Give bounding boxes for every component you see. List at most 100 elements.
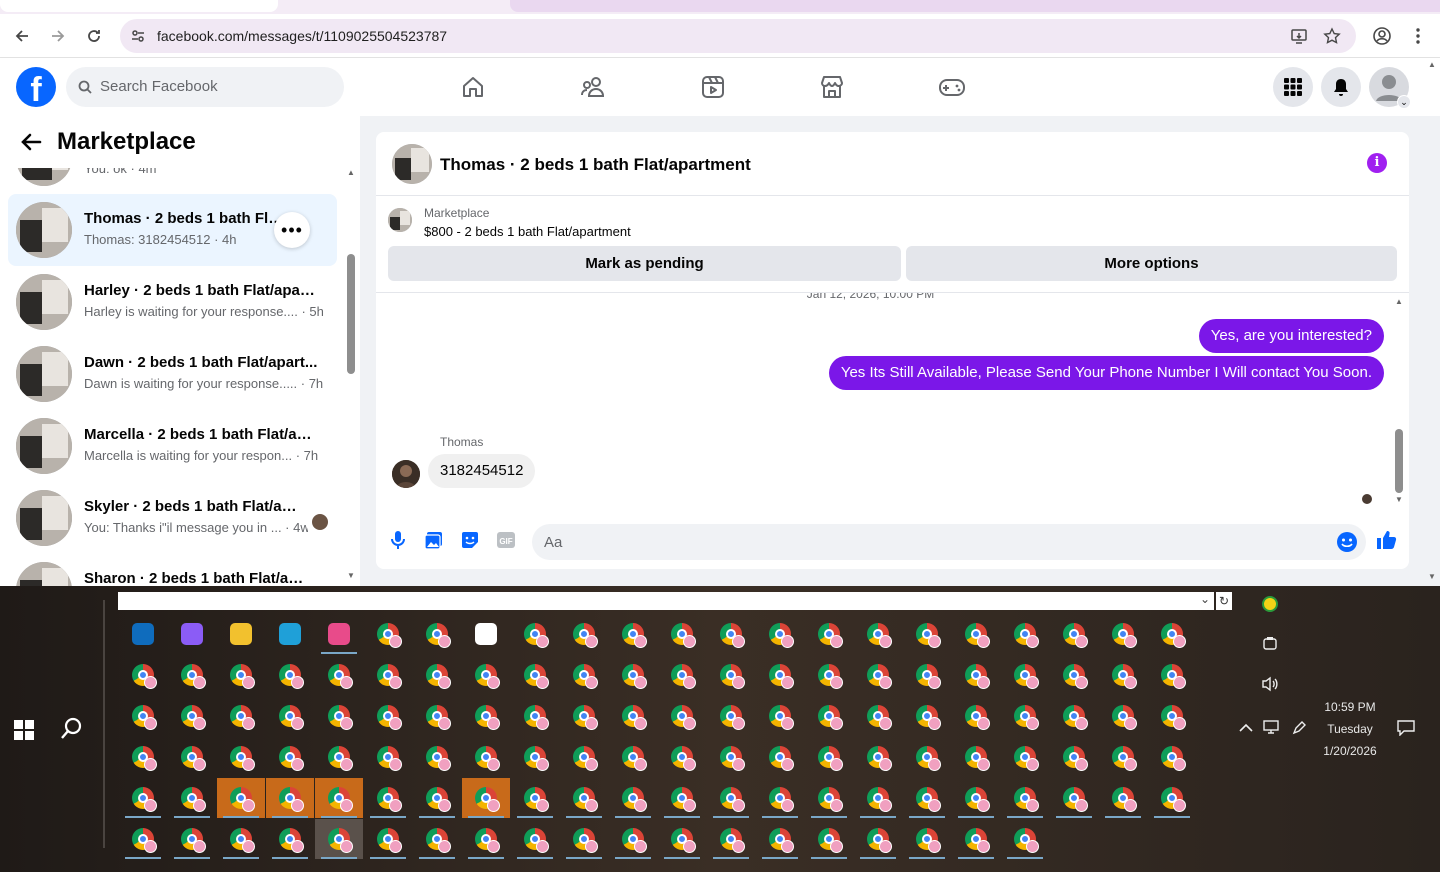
reload-icon[interactable] bbox=[80, 22, 108, 50]
chrome-profile-icon[interactable] bbox=[1050, 614, 1098, 654]
chrome-profile-icon[interactable] bbox=[413, 614, 461, 654]
chrome-profile-icon[interactable] bbox=[511, 614, 559, 654]
home-icon[interactable] bbox=[458, 72, 488, 102]
chrome-profile-icon[interactable] bbox=[756, 696, 804, 736]
chrome-profile-icon[interactable] bbox=[707, 737, 755, 777]
chrome-profile-icon[interactable] bbox=[364, 696, 412, 736]
chrome-profile-icon[interactable] bbox=[315, 655, 363, 695]
chrome-profile-icon[interactable] bbox=[266, 778, 314, 818]
chrome-profile-icon[interactable] bbox=[1050, 778, 1098, 818]
chrome-profile-icon[interactable] bbox=[756, 655, 804, 695]
file-explorer-icon[interactable] bbox=[217, 614, 265, 654]
volume-icon[interactable] bbox=[1260, 676, 1280, 695]
chrome-profile-icon[interactable] bbox=[266, 696, 314, 736]
microsoft-store-icon[interactable] bbox=[462, 614, 510, 654]
conversation-item[interactable]: Thomas · 2 beds 1 bath Flat/apartment Th… bbox=[8, 194, 337, 266]
scroll-up-icon[interactable]: ▲ bbox=[347, 168, 355, 177]
chrome-profile-icon[interactable] bbox=[1050, 696, 1098, 736]
network-icon[interactable] bbox=[1262, 720, 1280, 737]
chrome-profile-icon[interactable] bbox=[805, 655, 853, 695]
chrome-profile-icon[interactable] bbox=[462, 696, 510, 736]
scroll-down-icon[interactable]: ▼ bbox=[347, 571, 355, 580]
chrome-profile-icon[interactable] bbox=[560, 696, 608, 736]
forward-icon[interactable] bbox=[44, 22, 72, 50]
chrome-profile-icon[interactable] bbox=[952, 737, 1000, 777]
chrome-profile-icon[interactable] bbox=[1001, 778, 1049, 818]
chrome-profile-icon[interactable] bbox=[560, 778, 608, 818]
chrome-profile-icon[interactable] bbox=[805, 819, 853, 859]
copilot-icon[interactable] bbox=[168, 614, 216, 654]
chrome-profile-icon[interactable] bbox=[168, 737, 216, 777]
menu-kebab-icon[interactable] bbox=[1404, 22, 1432, 50]
message-placeholder[interactable]: Aa bbox=[544, 534, 562, 551]
sticker-icon[interactable] bbox=[458, 528, 482, 552]
chrome-profile-icon[interactable] bbox=[217, 819, 265, 859]
chrome-profile-icon[interactable] bbox=[1148, 696, 1196, 736]
photo-icon[interactable] bbox=[422, 528, 446, 552]
search-box[interactable]: Search Facebook bbox=[66, 67, 344, 107]
chrome-profile-icon[interactable] bbox=[658, 819, 706, 859]
chrome-profile-icon[interactable] bbox=[364, 737, 412, 777]
chrome-profile-icon[interactable] bbox=[1099, 696, 1147, 736]
chrome-profile-icon[interactable] bbox=[1148, 778, 1196, 818]
chrome-profile-icon[interactable] bbox=[658, 655, 706, 695]
menu-grid-icon[interactable] bbox=[1273, 67, 1313, 107]
chrome-profile-icon[interactable] bbox=[952, 655, 1000, 695]
chrome-profile-icon[interactable] bbox=[462, 778, 510, 818]
chrome-profile-icon[interactable] bbox=[609, 655, 657, 695]
chrome-profile-icon[interactable] bbox=[854, 778, 902, 818]
taskbar-address-field[interactable]: ⌄ bbox=[118, 592, 1214, 610]
edge-icon[interactable] bbox=[266, 614, 314, 654]
clock-day[interactable]: Tuesday bbox=[1310, 722, 1390, 736]
chrome-profile-icon[interactable] bbox=[658, 696, 706, 736]
chrome-profile-icon[interactable] bbox=[168, 778, 216, 818]
chrome-profile-icon[interactable] bbox=[903, 655, 951, 695]
meet-now-icon[interactable] bbox=[1260, 636, 1280, 655]
chrome-profile-icon[interactable] bbox=[119, 655, 167, 695]
chrome-profile-icon[interactable] bbox=[413, 655, 461, 695]
chrome-profile-icon[interactable] bbox=[168, 655, 216, 695]
chevron-up-icon[interactable] bbox=[1238, 722, 1254, 736]
chrome-profile-icon[interactable] bbox=[756, 614, 804, 654]
site-settings-icon[interactable] bbox=[130, 28, 146, 49]
chrome-profile-icon[interactable] bbox=[413, 737, 461, 777]
chrome-profile-icon[interactable] bbox=[462, 819, 510, 859]
chrome-profile-icon[interactable] bbox=[413, 778, 461, 818]
chrome-profile-icon[interactable] bbox=[805, 614, 853, 654]
chrome-profile-icon[interactable] bbox=[756, 819, 804, 859]
gif-icon[interactable]: GIF bbox=[494, 528, 518, 552]
incoming-message[interactable]: 3182454512 bbox=[428, 454, 536, 488]
chrome-profile-icon[interactable] bbox=[903, 819, 951, 859]
chrome-profile-icon[interactable] bbox=[266, 737, 314, 777]
chrome-profile-icon[interactable] bbox=[560, 655, 608, 695]
chrome-profile-icon[interactable] bbox=[1148, 614, 1196, 654]
conversation-item[interactable]: Sharon · 2 beds 1 bath Flat/ap... bbox=[8, 554, 337, 586]
chrome-profile-icon[interactable] bbox=[217, 737, 265, 777]
chrome-profile-icon[interactable] bbox=[756, 778, 804, 818]
chrome-profile-icon[interactable] bbox=[952, 614, 1000, 654]
chrome-profile-icon[interactable] bbox=[658, 737, 706, 777]
chrome-profile-icon[interactable] bbox=[364, 778, 412, 818]
search-placeholder[interactable]: Search Facebook bbox=[100, 78, 218, 95]
chrome-profile-icon[interactable] bbox=[609, 696, 657, 736]
chrome-profile-icon[interactable] bbox=[805, 696, 853, 736]
video-icon[interactable] bbox=[698, 72, 728, 102]
page-scroll-up-icon[interactable]: ▲ bbox=[1428, 60, 1436, 69]
chrome-profile-icon[interactable] bbox=[658, 778, 706, 818]
chrome-profile-icon[interactable] bbox=[119, 778, 167, 818]
marketplace-icon[interactable] bbox=[817, 72, 847, 102]
chrome-profile-icon[interactable] bbox=[413, 696, 461, 736]
address-bar[interactable]: facebook.com/messages/t/1109025504523787 bbox=[120, 19, 1356, 53]
url-text[interactable]: facebook.com/messages/t/1109025504523787 bbox=[157, 28, 447, 44]
bookmark-star-icon[interactable] bbox=[1323, 27, 1341, 50]
chrome-profile-icon[interactable] bbox=[952, 819, 1000, 859]
account-avatar[interactable]: ⌄ bbox=[1369, 67, 1411, 109]
thumbs-up-icon[interactable] bbox=[1374, 528, 1398, 552]
chrome-profile-icon[interactable] bbox=[119, 819, 167, 859]
chrome-profile-icon[interactable] bbox=[119, 737, 167, 777]
sender-avatar[interactable] bbox=[392, 460, 420, 488]
chrome-profile-icon[interactable] bbox=[1001, 655, 1049, 695]
chrome-profile-icon[interactable] bbox=[609, 778, 657, 818]
chrome-profile-icon[interactable] bbox=[854, 737, 902, 777]
chrome-profile-icon[interactable] bbox=[1001, 737, 1049, 777]
